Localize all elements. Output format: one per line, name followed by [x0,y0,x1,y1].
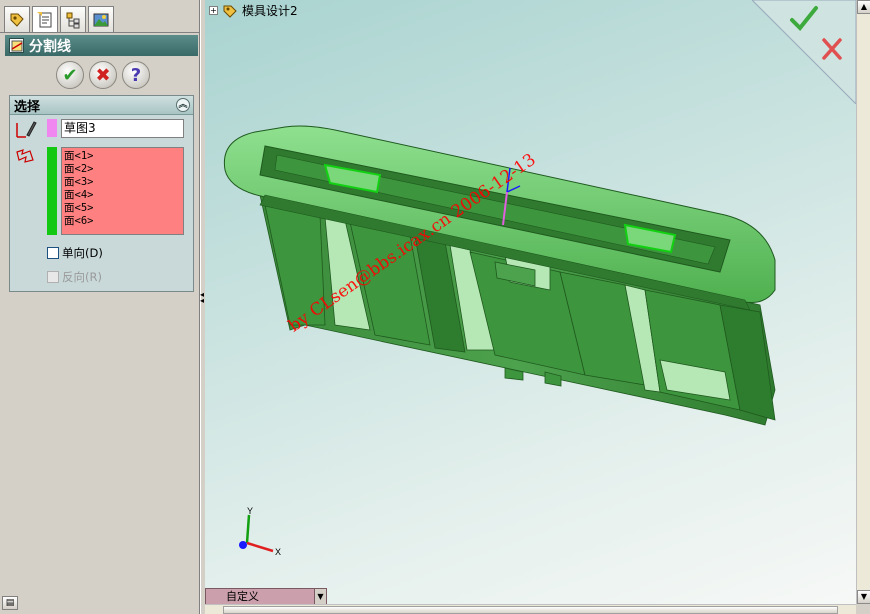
vertical-scrollbar[interactable]: ▲ ▼ [856,0,870,604]
panel-toggle-button[interactable]: ▤ [2,596,18,610]
list-item[interactable]: 面<2> [64,163,181,176]
face-selection-icon [16,149,34,163]
face-color-swatch [47,147,57,235]
coordinate-triad: Y X [239,506,281,557]
confirmation-corner [752,0,856,104]
split-line-icon [9,38,24,53]
splitter-grip-icon[interactable]: ◂ ◂ [200,291,204,310]
configuration-manager-icon [66,12,80,28]
list-item[interactable]: 面<1> [64,150,181,163]
list-item[interactable]: 面<6> [64,215,181,228]
action-buttons: ✔ ✖ ? [56,61,150,89]
tab-appearance-manager[interactable] [88,6,114,32]
sketch-pencil-icon [16,121,37,138]
configuration-dropdown-value: 自定义 [226,590,259,603]
scroll-thumb[interactable] [223,606,838,614]
reverse-direction-checkbox [47,271,59,283]
feature-manager-icon [10,13,24,27]
expand-icon[interactable]: + [209,6,218,15]
selection-group: 选择 ︽ 草图3 面<1> 面<2> 面<3> 面<4> 面<5> 面<6> 单… [9,95,194,292]
property-manager-icon [37,12,52,28]
reverse-direction-option: 反向(R) [47,269,102,285]
faces-to-split-list[interactable]: 面<1> 面<2> 面<3> 面<4> 面<5> 面<6> [61,147,184,235]
part-name: 模具设计2 [242,4,298,18]
tab-feature-manager[interactable] [4,6,30,32]
close-icon: ✖ [95,64,111,86]
list-item[interactable]: 面<4> [64,189,181,202]
manager-tabs [4,6,114,33]
tab-divider [0,32,200,33]
list-item[interactable]: 面<3> [64,176,181,189]
page-title: 分割线 [29,38,71,55]
checkmark-icon: ✔ [62,64,78,86]
x-axis-label: X [275,547,281,557]
reverse-direction-label: 反向(R) [62,270,102,284]
horizontal-scrollbar[interactable] [205,604,856,614]
list-item[interactable]: 面<5> [64,202,181,215]
chevron-down-icon[interactable]: ▼ [314,589,326,605]
selection-group-header[interactable]: 选择 ︽ [10,96,193,115]
scroll-down-button[interactable]: ▼ [857,590,870,604]
help-button[interactable]: ? [122,61,150,89]
part-icon [223,5,237,18]
tab-configuration-manager[interactable] [60,6,86,32]
sketch-to-project-field[interactable]: 草图3 [61,119,184,138]
single-direction-option[interactable]: 单向(D) [47,245,103,261]
appearance-manager-icon [93,13,109,26]
y-axis-label: Y [247,506,253,516]
graphics-viewport[interactable]: by CLsen@bbs.icax.cn 2006-12-13 + 模具设计2 … [205,0,856,604]
help-icon: ? [130,64,142,86]
selection-group-title: 选择 [14,99,41,115]
cancel-button[interactable]: ✖ [89,61,117,89]
scroll-up-button[interactable]: ▲ [857,0,870,14]
property-manager-header: 分割线 [5,35,198,56]
ok-button[interactable]: ✔ [56,61,84,89]
tab-property-manager[interactable] [32,6,58,33]
single-direction-label: 单向(D) [62,246,103,260]
feature-tree-root[interactable]: + 模具设计2 [209,2,298,19]
property-manager-panel: 分割线 ✔ ✖ ? 选择 ︽ 草图3 面<1> 面<2> 面<3> 面<4> 面… [0,0,200,614]
single-direction-checkbox[interactable] [47,247,59,259]
chevron-up-icon[interactable]: ︽ [176,98,190,112]
sketch-color-swatch [47,119,57,137]
